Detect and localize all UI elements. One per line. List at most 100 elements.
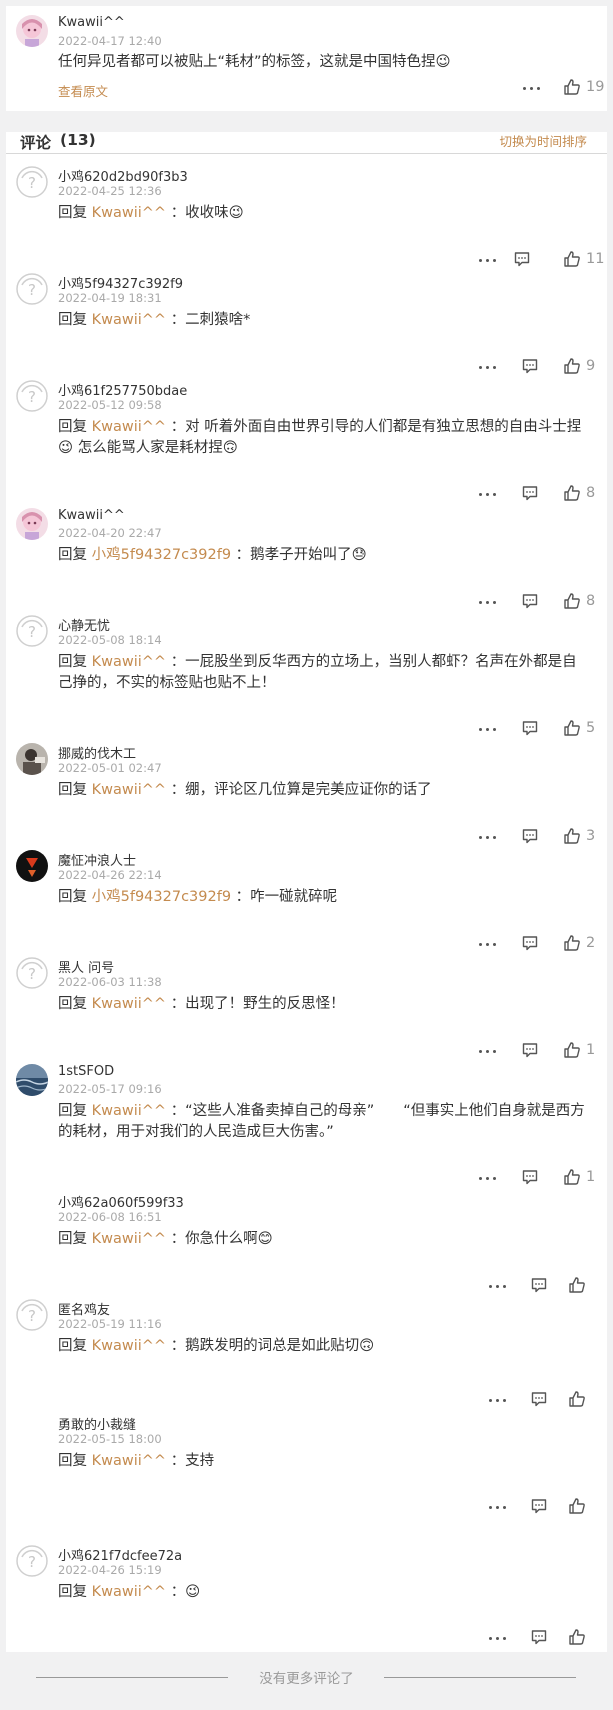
more-icon[interactable] xyxy=(479,357,497,377)
more-icon[interactable] xyxy=(479,592,497,612)
more-icon[interactable] xyxy=(479,827,497,847)
reply-target-link[interactable]: Kwawii^^ xyxy=(92,312,166,328)
view-original-link[interactable]: 查看原文 xyxy=(58,81,108,100)
avatar[interactable]: ? xyxy=(16,1545,48,1577)
like-button[interactable]: 2 xyxy=(563,934,595,954)
comment-actions: 8 xyxy=(313,484,613,504)
like-button[interactable]: 1 xyxy=(563,1041,595,1061)
post-username[interactable]: Kwawii^^ xyxy=(58,15,125,30)
comment-username[interactable]: 匿名鸡友 xyxy=(58,1299,110,1318)
like-button[interactable]: 11 xyxy=(563,250,604,270)
reply-button[interactable] xyxy=(530,1497,548,1517)
more-icon[interactable] xyxy=(479,1041,497,1061)
reply-button[interactable] xyxy=(521,719,539,739)
comment-text: 回复 小鸡5f94327c392f9 ：鹅孝子开始叫了😓 xyxy=(58,545,588,566)
comment-username[interactable]: 心静无忧 xyxy=(58,615,110,634)
reply-target-link[interactable]: Kwawii^^ xyxy=(92,1453,166,1469)
reply-button[interactable] xyxy=(513,250,531,270)
sort-toggle-link[interactable]: 切换为时间排序 xyxy=(499,131,587,150)
comment-username[interactable]: 魔怔冲浪人士 xyxy=(58,850,136,869)
more-icon[interactable] xyxy=(523,78,541,98)
thumbs-up-icon xyxy=(564,79,580,95)
reply-target-link[interactable]: Kwawii^^ xyxy=(92,996,166,1012)
like-button[interactable]: 8 xyxy=(563,484,595,504)
reply-button[interactable] xyxy=(521,827,539,847)
avatar[interactable]: ? xyxy=(16,273,48,305)
reply-target-link[interactable]: Kwawii^^ xyxy=(92,205,166,221)
more-icon[interactable] xyxy=(489,1276,507,1296)
more-icon[interactable] xyxy=(489,1628,507,1648)
avatar[interactable] xyxy=(16,850,48,882)
like-button[interactable]: 1 xyxy=(563,1168,595,1188)
avatar[interactable] xyxy=(16,743,48,775)
reply-target-link[interactable]: Kwawii^^ xyxy=(92,782,166,798)
avatar[interactable]: ? xyxy=(16,1299,48,1331)
comment-time: 2022-05-19 11:16 xyxy=(58,1317,162,1331)
thumbs-up-icon xyxy=(569,1498,585,1514)
thumbs-up-icon xyxy=(569,1629,585,1645)
more-icon[interactable] xyxy=(479,484,497,504)
more-icon[interactable] xyxy=(479,250,497,270)
avatar[interactable]: ? xyxy=(16,380,48,412)
reply-target-link[interactable]: 小鸡5f94327c392f9 xyxy=(92,889,231,905)
comment-username[interactable]: 黑人 问号 xyxy=(58,957,114,976)
comment-username[interactable]: 挪威的伐木工 xyxy=(58,743,136,762)
reply-label: 回复 xyxy=(58,1584,87,1600)
more-icon[interactable] xyxy=(479,934,497,954)
avatar[interactable] xyxy=(16,1064,48,1096)
reply-target-link[interactable]: Kwawii^^ xyxy=(92,654,166,670)
reply-button[interactable] xyxy=(521,592,539,612)
reply-target-link[interactable]: 小鸡5f94327c392f9 xyxy=(92,547,231,563)
reply-button[interactable] xyxy=(530,1390,548,1410)
like-count: 11 xyxy=(586,251,605,267)
reply-target-link[interactable]: Kwawii^^ xyxy=(92,1103,166,1119)
avatar[interactable]: ? xyxy=(16,957,48,989)
svg-text:?: ? xyxy=(28,281,36,299)
like-button[interactable]: 5 xyxy=(563,719,595,739)
more-icon[interactable] xyxy=(489,1390,507,1410)
more-icon[interactable] xyxy=(489,1497,507,1517)
more-icon[interactable] xyxy=(479,1168,497,1188)
comment-username[interactable]: 1stSFOD xyxy=(58,1064,114,1079)
like-button[interactable]: 9 xyxy=(563,357,595,377)
reply-button[interactable] xyxy=(521,357,539,377)
avatar[interactable] xyxy=(16,15,48,47)
reply-target-link[interactable]: Kwawii^^ xyxy=(92,1338,166,1354)
like-button[interactable] xyxy=(568,1628,586,1648)
reply-button[interactable] xyxy=(530,1628,548,1648)
reply-target-link[interactable]: Kwawii^^ xyxy=(92,1231,166,1247)
comment-username[interactable]: 小鸡620d2bd90f3b3 xyxy=(58,166,188,185)
like-button[interactable] xyxy=(568,1497,586,1517)
reply-label: 回复 xyxy=(58,1231,87,1247)
reply-button[interactable] xyxy=(521,934,539,954)
like-button[interactable]: 3 xyxy=(563,827,595,847)
reply-button[interactable] xyxy=(530,1276,548,1296)
avatar[interactable] xyxy=(16,508,48,540)
avatar[interactable]: ? xyxy=(16,615,48,647)
comment-icon xyxy=(531,1630,547,1645)
comment-username[interactable]: 小鸡5f94327c392f9 xyxy=(58,273,183,292)
svg-text:?: ? xyxy=(28,623,36,641)
like-button[interactable]: 19 xyxy=(563,78,604,98)
like-button[interactable] xyxy=(568,1276,586,1296)
reply-label: 回复 xyxy=(58,1338,87,1354)
reply-button[interactable] xyxy=(521,1041,539,1061)
comment-username[interactable]: 小鸡621f7dcfee72a xyxy=(58,1545,182,1564)
more-icon[interactable] xyxy=(479,719,497,739)
comment-username[interactable]: 小鸡61f257750bdae xyxy=(58,380,187,399)
comment-username[interactable]: 勇敢的小裁缝 xyxy=(58,1414,136,1433)
reply-button[interactable] xyxy=(521,1168,539,1188)
avatar[interactable]: ? xyxy=(16,166,48,198)
reply-target-link[interactable]: Kwawii^^ xyxy=(92,419,166,435)
comment-text: 回复 Kwawii^^ ：😉 xyxy=(58,1582,588,1603)
comment-icon xyxy=(522,486,538,501)
reply-button[interactable] xyxy=(521,484,539,504)
comment-username[interactable]: Kwawii^^ xyxy=(58,508,125,523)
reply-target-link[interactable]: Kwawii^^ xyxy=(92,1584,166,1600)
reply-label: 回复 xyxy=(58,312,87,328)
comment-icon xyxy=(522,359,538,374)
like-button[interactable]: 8 xyxy=(563,592,595,612)
comment-time: 2022-04-26 15:19 xyxy=(58,1563,162,1577)
comment-username[interactable]: 小鸡62a060f599f33 xyxy=(58,1192,184,1211)
like-button[interactable] xyxy=(568,1390,586,1410)
